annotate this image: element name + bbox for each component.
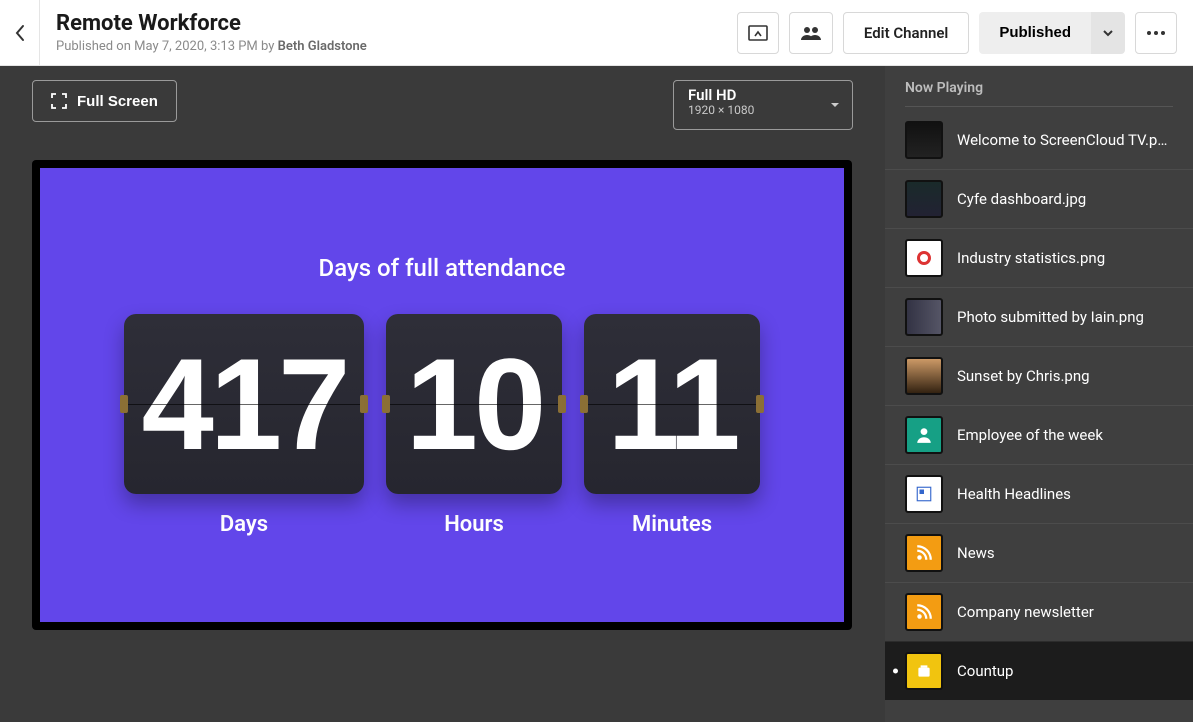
playlist-item[interactable]: Welcome to ScreenCloud TV.png xyxy=(885,111,1193,169)
card-peg xyxy=(120,395,128,413)
days-value: 417 xyxy=(142,339,347,469)
thumbnail xyxy=(905,534,943,572)
meta-author: Beth Gladstone xyxy=(278,39,367,54)
item-label: Industry statistics.png xyxy=(957,249,1173,267)
rss-icon xyxy=(915,544,933,562)
thumbnail xyxy=(905,180,943,218)
published-dropdown[interactable] xyxy=(1091,12,1125,54)
playlist-item[interactable]: Sunset by Chris.png xyxy=(885,346,1193,405)
cast-button[interactable] xyxy=(737,12,779,54)
stage-toolbar: Full Screen Full HD 1920 × 1080 xyxy=(32,80,853,130)
meta-date: May 7, 2020, 3:13 PM xyxy=(134,39,258,54)
item-label: Health Headlines xyxy=(957,485,1173,503)
minutes-label: Minutes xyxy=(632,512,712,537)
counter-title: Days of full attendance xyxy=(319,254,566,282)
now-playing-heading: Now Playing xyxy=(885,66,1193,106)
days-label: Days xyxy=(220,512,268,537)
playlist-item[interactable]: Industry statistics.png xyxy=(885,228,1193,287)
item-label: Photo submitted by Iain.png xyxy=(957,308,1173,326)
caret-down-icon xyxy=(830,102,840,108)
published-group: Published xyxy=(979,12,1125,54)
flip-card-days: 417 xyxy=(124,314,364,494)
hours-card: 10 Hours xyxy=(386,314,562,537)
resolution-dim: 1920 × 1080 xyxy=(688,104,816,117)
thumbnail xyxy=(905,298,943,336)
rss-icon xyxy=(915,603,933,621)
page-meta: Published on May 7, 2020, 3:13 PM by Bet… xyxy=(56,39,721,54)
fullscreen-button[interactable]: Full Screen xyxy=(32,80,177,122)
back-button[interactable] xyxy=(0,0,40,66)
item-label: Sunset by Chris.png xyxy=(957,367,1173,385)
thumbnail xyxy=(905,593,943,631)
chevron-down-icon xyxy=(1102,29,1114,37)
thumbnail xyxy=(905,416,943,454)
item-label: Cyfe dashboard.jpg xyxy=(957,190,1173,208)
card-peg xyxy=(382,395,390,413)
header: Remote Workforce Published on May 7, 202… xyxy=(0,0,1193,66)
published-button[interactable]: Published xyxy=(979,12,1091,54)
playlist-item-active[interactable]: Countup xyxy=(885,641,1193,700)
meta-prefix: Published on xyxy=(56,39,134,54)
minutes-value: 11 xyxy=(607,339,736,469)
thumbnail xyxy=(905,357,943,395)
flip-card-hours: 10 xyxy=(386,314,562,494)
counter-cards: 417 Days 10 Hours xyxy=(124,314,760,537)
cast-icon xyxy=(748,25,768,41)
item-label: Welcome to ScreenCloud TV.png xyxy=(957,131,1173,149)
minutes-card: 11 Minutes xyxy=(584,314,760,537)
news-icon xyxy=(915,485,933,503)
screen-preview: Days of full attendance 417 Days xyxy=(32,160,852,630)
body: Full Screen Full HD 1920 × 1080 Days of … xyxy=(0,66,1193,722)
resolution-select[interactable]: Full HD 1920 × 1080 xyxy=(673,80,853,130)
card-peg xyxy=(580,395,588,413)
playlist-item[interactable]: Employee of the week xyxy=(885,405,1193,464)
page-title: Remote Workforce xyxy=(56,11,721,37)
card-peg xyxy=(756,395,764,413)
playlist-item[interactable]: Company newsletter xyxy=(885,582,1193,641)
countup-icon xyxy=(915,662,933,680)
header-actions: Edit Channel Published xyxy=(737,12,1193,54)
ellipsis-icon xyxy=(1147,31,1165,35)
meta-by: by xyxy=(258,39,278,54)
days-card: 417 Days xyxy=(124,314,364,537)
hours-value: 10 xyxy=(406,339,543,469)
fullscreen-icon xyxy=(51,93,67,109)
thumbnail xyxy=(905,652,943,690)
stage: Full Screen Full HD 1920 × 1080 Days of … xyxy=(0,66,885,722)
thumbnail xyxy=(905,239,943,277)
person-icon xyxy=(915,426,933,444)
playlist-item[interactable]: Health Headlines xyxy=(885,464,1193,523)
card-peg xyxy=(558,395,566,413)
hours-label: Hours xyxy=(444,512,504,537)
share-button[interactable] xyxy=(789,12,833,54)
screen-content: Days of full attendance 417 Days xyxy=(40,168,844,622)
item-label: Employee of the week xyxy=(957,426,1173,444)
divider xyxy=(905,106,1173,107)
chevron-left-icon xyxy=(15,24,25,42)
fullscreen-label: Full Screen xyxy=(77,93,158,110)
item-label: Company newsletter xyxy=(957,603,1173,621)
playlist-item[interactable]: Photo submitted by Iain.png xyxy=(885,287,1193,346)
header-main: Remote Workforce Published on May 7, 202… xyxy=(40,11,737,54)
thumbnail xyxy=(905,121,943,159)
people-icon xyxy=(800,26,822,40)
item-label: News xyxy=(957,544,1173,562)
flip-card-minutes: 11 xyxy=(584,314,760,494)
playlist-item[interactable]: Cyfe dashboard.jpg xyxy=(885,169,1193,228)
edit-channel-button[interactable]: Edit Channel xyxy=(843,12,969,54)
item-label: Countup xyxy=(957,662,1173,680)
more-button[interactable] xyxy=(1135,12,1177,54)
resolution-name: Full HD xyxy=(688,87,816,104)
card-peg xyxy=(360,395,368,413)
playlist-item[interactable]: News xyxy=(885,523,1193,582)
thumbnail xyxy=(905,475,943,513)
sidebar: Now Playing Welcome to ScreenCloud TV.pn… xyxy=(885,66,1193,722)
